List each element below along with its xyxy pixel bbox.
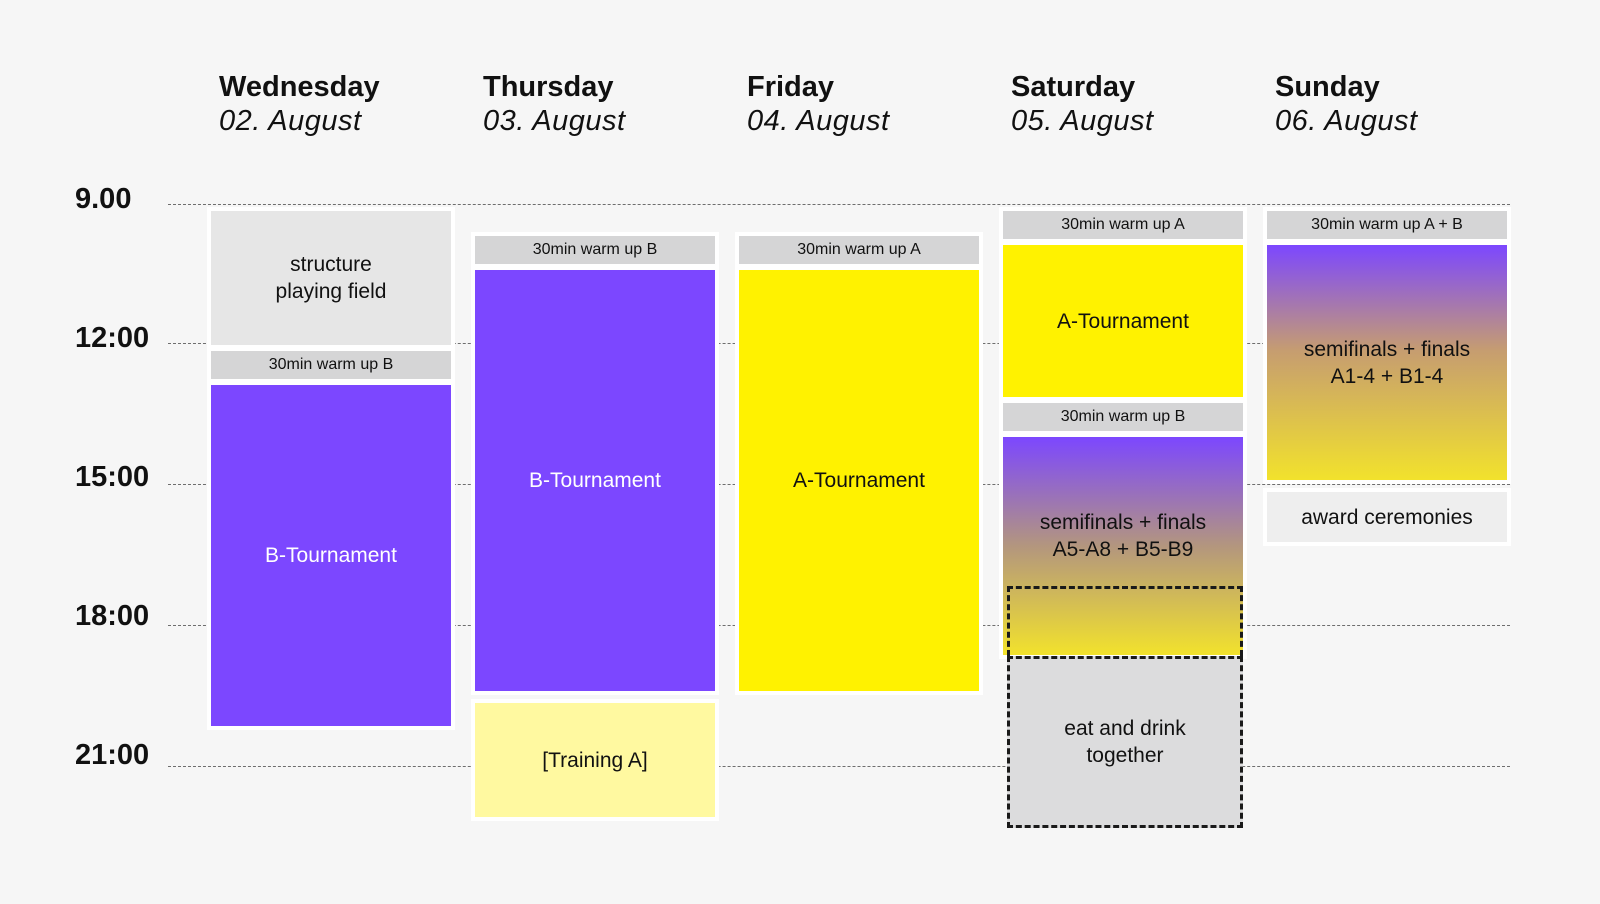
- event-eat-and-drink: eat and drink together: [1007, 656, 1243, 828]
- event-semifinals-finals: semifinals + finals A1-4 + B1-4: [1263, 241, 1511, 484]
- time-label-9: 9.00: [75, 183, 132, 215]
- day-date: 03. August: [483, 105, 626, 137]
- event-warm-up: 30min warm up A: [999, 207, 1247, 243]
- day-header-friday: Friday 04. August: [747, 70, 890, 138]
- event-warm-up: 30min warm up B: [471, 232, 719, 268]
- time-label-21: 21:00: [75, 739, 150, 771]
- event-structure-playing-field: structure playing field: [207, 207, 455, 349]
- day-name: Sunday: [1275, 71, 1380, 103]
- gridline-21: [168, 766, 1510, 767]
- day-header-wednesday: Wednesday 02. August: [219, 70, 380, 138]
- event-warm-up: 30min warm up A: [735, 232, 983, 268]
- event-award-ceremonies: award ceremonies: [1263, 488, 1511, 546]
- time-label-12: 12:00: [75, 322, 150, 354]
- day-name: Thursday: [483, 71, 614, 103]
- time-label-15: 15:00: [75, 461, 150, 493]
- day-date: 05. August: [1011, 105, 1154, 137]
- gridline-9: [168, 204, 1510, 205]
- event-b-tournament: B-Tournament: [471, 266, 719, 695]
- day-header-thursday: Thursday 03. August: [483, 70, 626, 138]
- event-training-a: [Training A]: [471, 699, 719, 821]
- day-name: Friday: [747, 71, 835, 103]
- event-b-tournament: B-Tournament: [207, 381, 455, 730]
- day-header-sunday: Sunday 06. August: [1275, 70, 1418, 138]
- event-semifinals-finals: semifinals + finals A5-A8 + B5-B9: [999, 433, 1247, 659]
- day-header-saturday: Saturday 05. August: [1011, 70, 1154, 138]
- time-label-18: 18:00: [75, 600, 150, 632]
- day-date: 02. August: [219, 105, 362, 137]
- event-warm-up: 30min warm up A + B: [1263, 207, 1511, 243]
- day-date: 04. August: [747, 105, 890, 137]
- event-warm-up: 30min warm up B: [999, 399, 1247, 435]
- event-a-tournament: A-Tournament: [999, 241, 1247, 401]
- event-label: semifinals + finals A5-A8 + B5-B9: [1039, 511, 1207, 561]
- day-name: Saturday: [1011, 71, 1136, 103]
- event-a-tournament: A-Tournament: [735, 266, 983, 695]
- day-date: 06. August: [1275, 105, 1418, 137]
- day-name: Wednesday: [219, 71, 380, 103]
- event-warm-up: 30min warm up B: [207, 347, 455, 383]
